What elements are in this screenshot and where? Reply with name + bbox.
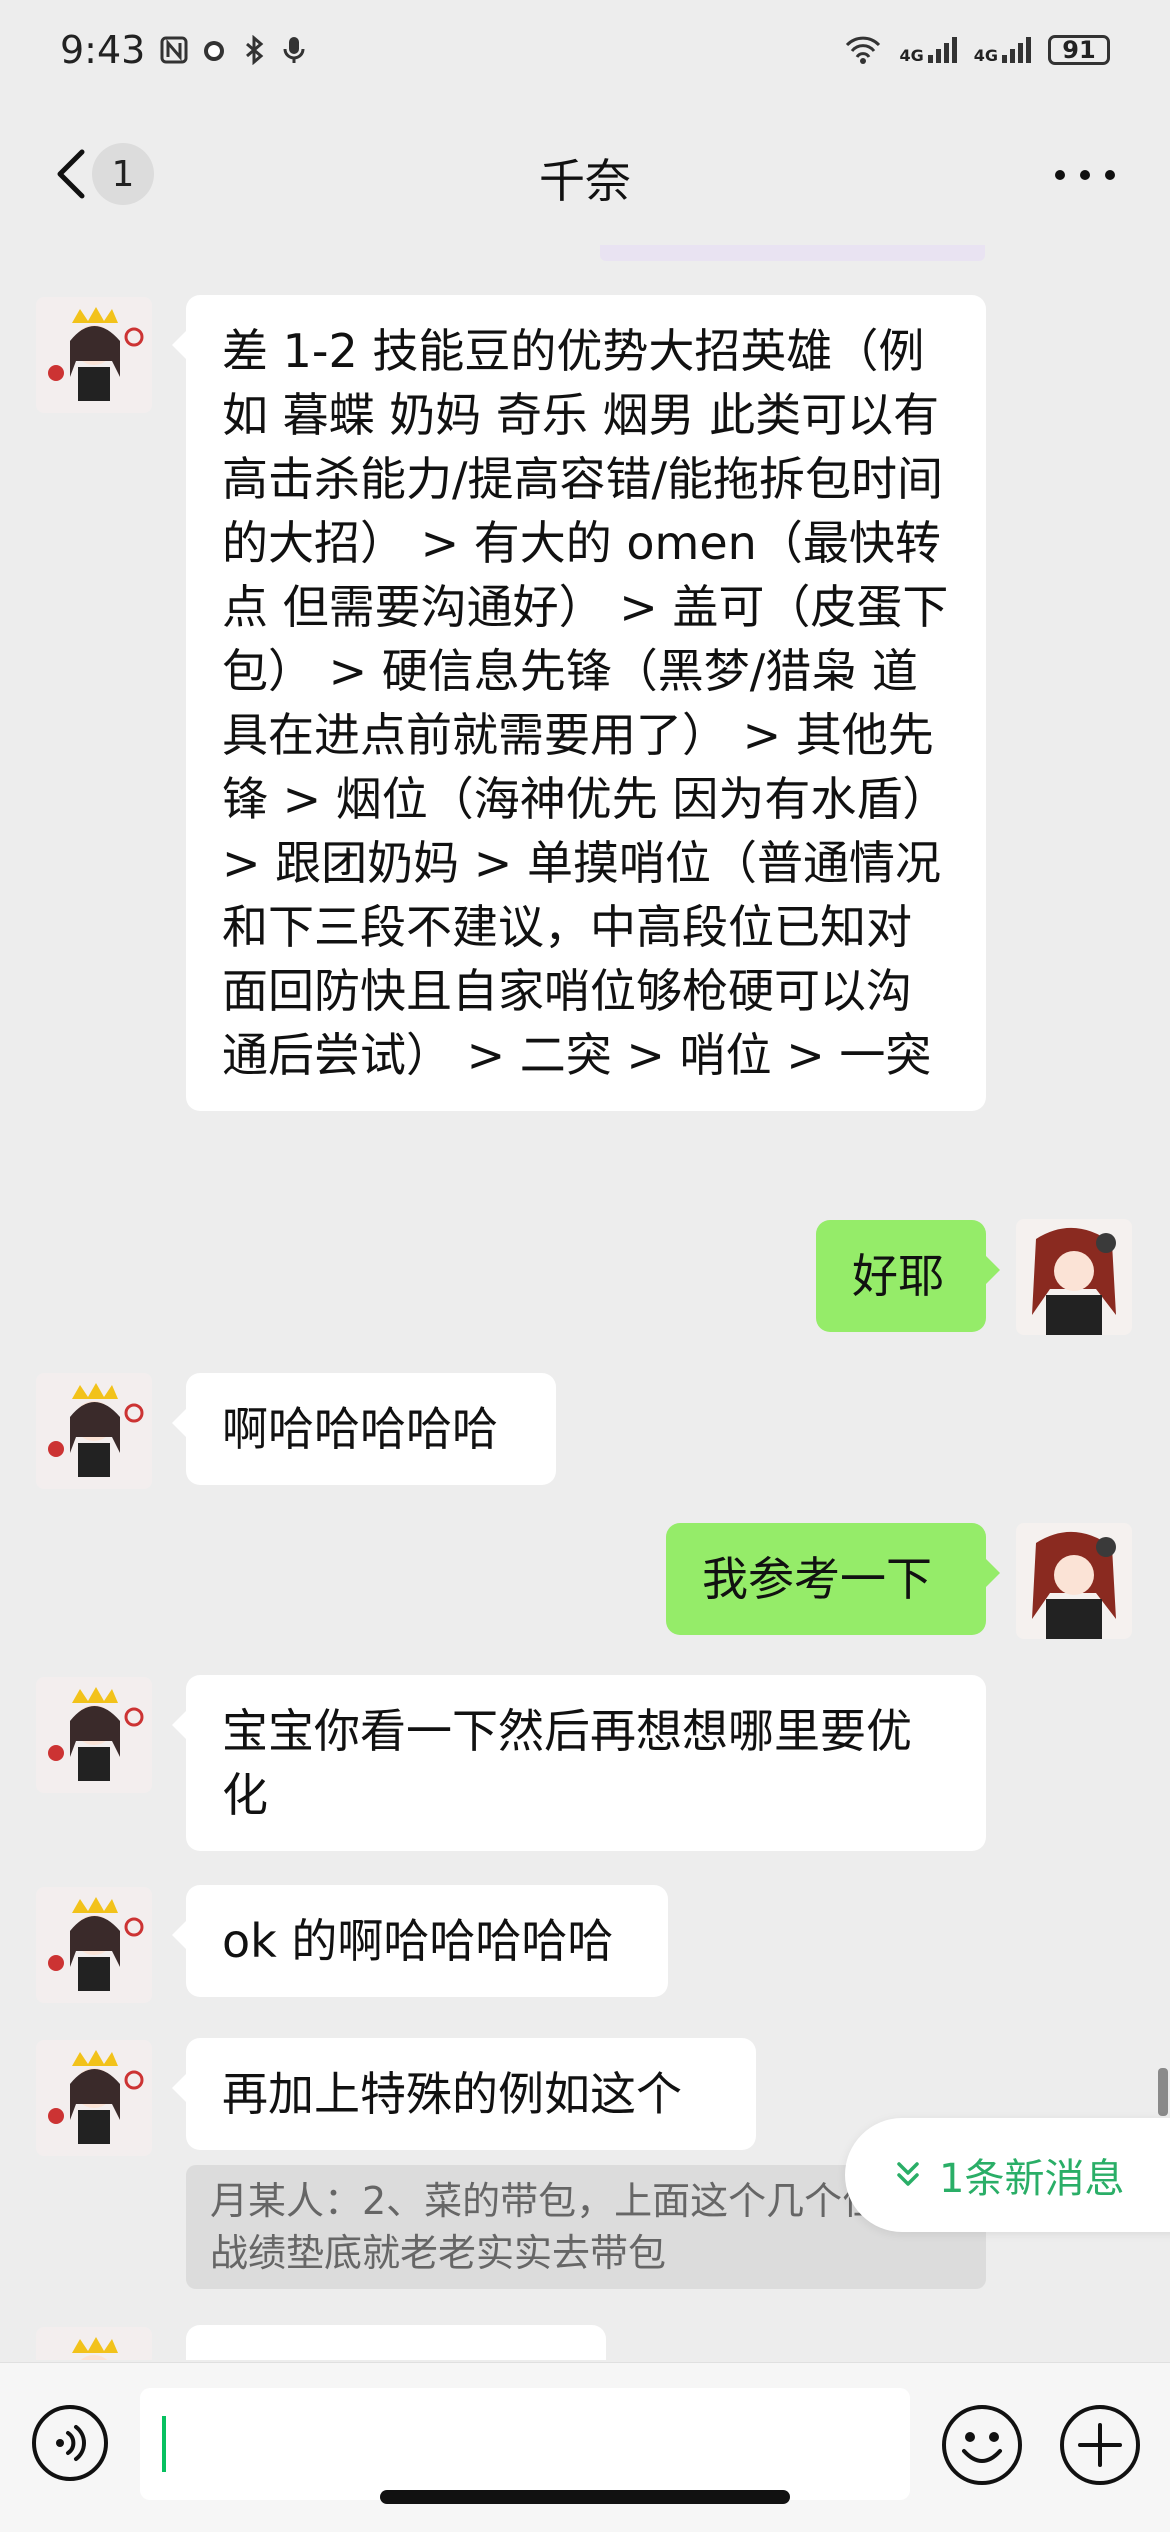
wifi-icon [846, 36, 881, 64]
contact-avatar[interactable] [36, 2327, 152, 2360]
emoji-icon[interactable] [940, 2403, 1024, 2487]
battery-indicator: 91 [1048, 35, 1110, 65]
contact-avatar[interactable] [36, 1373, 152, 1489]
scrollbar-thumb[interactable] [1158, 2068, 1168, 2116]
message-bubble-incoming[interactable]: 啊哈哈哈哈哈 [172, 1373, 556, 1485]
new-message-label: 1条新消息 [939, 2156, 1125, 2202]
more-dots-icon[interactable] [1050, 160, 1120, 190]
message-bubble-incoming[interactable]: 宝宝你看一下然后再想想哪里要优化 [172, 1675, 986, 1851]
my-avatar[interactable] [1016, 1219, 1132, 1335]
plus-icon[interactable] [1058, 2403, 1142, 2487]
input-bar [0, 2362, 1170, 2532]
text-caret [162, 2416, 166, 2472]
bluetooth-icon [246, 35, 264, 65]
message-bubble-incoming[interactable]: 差 1-2 技能豆的优势大招英雄（例如 暮蝶 奶妈 奇乐 烟男 此类可以有高击杀… [172, 295, 986, 1111]
new-message-button[interactable]: 1条新消息 [845, 2118, 1170, 2232]
chat-screen: 9:43 4G 4G 91 1 千奈 差 1-2 技能豆的优势大招英雄（例如 暮… [0, 0, 1170, 2532]
contact-avatar[interactable] [36, 2040, 152, 2156]
microphone-icon [283, 37, 305, 63]
message-bubble-incoming[interactable]: ok 的啊哈哈哈哈哈 [172, 1885, 668, 1997]
message-bubble-outgoing[interactable]: 我参考一下 [666, 1523, 1000, 1635]
contact-avatar[interactable] [36, 1887, 152, 2003]
my-avatar[interactable] [1016, 1523, 1132, 1639]
double-chevron-down-icon [897, 2162, 919, 2186]
home-indicator[interactable] [380, 2490, 790, 2504]
contact-avatar[interactable] [36, 1677, 152, 1793]
message-list[interactable]: 差 1-2 技能豆的优势大招英雄（例如 暮蝶 奶妈 奇乐 烟男 此类可以有高击杀… [0, 235, 1170, 2360]
signal-icon-a [927, 37, 957, 63]
message-bubble-outgoing[interactable]: 好耶 [816, 1220, 1000, 1332]
chat-title: 千奈 [539, 154, 631, 208]
alarm-icon [204, 41, 225, 61]
message-bubble-incoming[interactable]: 再加上特殊的例如这个 [172, 2038, 756, 2150]
status-time: 9:43 [60, 28, 146, 72]
nfc-icon [160, 36, 188, 64]
message-input[interactable] [140, 2388, 910, 2500]
previous-message-edge [600, 245, 985, 261]
signal-icon-b [1002, 37, 1031, 63]
status-bar: 9:43 4G 4G 91 [0, 0, 1170, 100]
nav-bar: 1 千奈 [0, 120, 1170, 230]
network-label-a: 4G [899, 46, 924, 65]
contact-avatar[interactable] [36, 297, 152, 413]
message-bubble-incoming-partial[interactable] [186, 2325, 606, 2360]
network-label-b: 4G [973, 46, 998, 65]
voice-icon[interactable] [30, 2403, 110, 2483]
